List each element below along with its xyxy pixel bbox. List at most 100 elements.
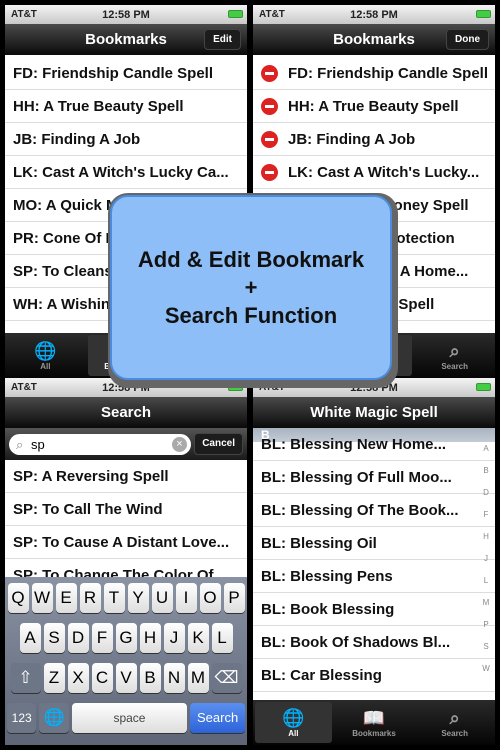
backspace-key-icon[interactable]: ⌫ [211, 663, 242, 693]
cancel-button[interactable]: Cancel [194, 433, 243, 455]
index-letter[interactable]: P [481, 620, 491, 629]
shift-key-icon[interactable]: ⇧ [10, 663, 41, 693]
item-label: SP: A Reversing Spell [13, 467, 169, 485]
tab-label: All [40, 362, 51, 371]
list-item[interactable]: BL: Book Of Shadows Bl... [253, 626, 495, 659]
delete-icon[interactable] [261, 130, 278, 148]
key[interactable]: P [223, 583, 245, 613]
index-letter[interactable]: H [481, 532, 491, 541]
item-label: BL: Blessing Pens [261, 567, 393, 585]
key[interactable]: Q [7, 583, 29, 613]
item-label: BL: Book Blessing [261, 600, 395, 618]
edit-button[interactable]: Edit [204, 29, 241, 50]
item-label: BL: Book Of Shadows Bl... [261, 633, 451, 651]
search-icon: ⌕ [449, 341, 460, 361]
tab-search[interactable]: ⌕Search [416, 702, 493, 743]
search-screen: AT&T12:58 PM Search ⌕ sp × Cancel SP: A … [5, 378, 247, 745]
list-item[interactable]: HH: A True Beauty Spell [5, 90, 247, 123]
key[interactable]: Y [127, 583, 149, 613]
list-item[interactable]: LK: Cast A Witch's Lucky... [253, 156, 495, 189]
key[interactable]: N [163, 663, 185, 693]
tab-label: Search [441, 362, 469, 371]
search-input[interactable]: ⌕ sp × [9, 434, 191, 455]
status-bar: AT&T12:58 PM [253, 5, 495, 24]
list-item[interactable]: BL: Car Blessing [253, 659, 495, 692]
item-label: BL: Car Blessing [261, 666, 382, 684]
key[interactable]: C [91, 663, 113, 693]
index-letter[interactable]: A [481, 444, 491, 453]
list-item[interactable]: JB: Finding A Job [5, 123, 247, 156]
key[interactable]: V [115, 663, 137, 693]
index-letter[interactable]: F [481, 510, 491, 519]
tab-all[interactable]: 🌐All [255, 702, 332, 743]
list-item[interactable]: BL: Blessing Oil [253, 527, 495, 560]
key[interactable]: L [211, 623, 233, 653]
tab-all[interactable]: 🌐All [7, 335, 84, 376]
list-item[interactable]: BL: Blessing Pens [253, 560, 495, 593]
nav-bar: White Magic Spell [253, 397, 495, 428]
key[interactable]: K [187, 623, 209, 653]
list-item[interactable]: FD: Friendship Candle Spell [5, 57, 247, 90]
key[interactable]: B [139, 663, 161, 693]
key[interactable]: Z [43, 663, 65, 693]
list-item[interactable]: BL: Blessing Of Full Moo... [253, 461, 495, 494]
list-item[interactable]: BL: Book Blessing [253, 593, 495, 626]
key[interactable]: A [19, 623, 41, 653]
section-index[interactable]: A B D F H J L M P S W [481, 444, 491, 673]
list-item[interactable]: BL: Blessing Of The Book... [253, 494, 495, 527]
banner-line: Add & Edit Bookmark [137, 246, 365, 272]
key[interactable]: M [187, 663, 209, 693]
key[interactable]: E [55, 583, 77, 613]
space-key[interactable]: space [71, 703, 188, 733]
key[interactable]: X [67, 663, 89, 693]
key[interactable]: S [43, 623, 65, 653]
banner-line: + [244, 274, 258, 300]
book-icon: 📖 [362, 708, 386, 728]
index-letter[interactable]: L [481, 576, 491, 585]
list-item[interactable]: HH: A True Beauty Spell [253, 90, 495, 123]
delete-icon[interactable] [261, 97, 278, 115]
list-item[interactable]: SP: A Reversing Spell [5, 460, 247, 493]
list-item[interactable]: SP: To Call The Wind [5, 493, 247, 526]
numbers-key[interactable]: 123 [7, 703, 37, 733]
clear-icon[interactable]: × [172, 437, 187, 452]
key[interactable]: O [199, 583, 221, 613]
key[interactable]: H [139, 623, 161, 653]
tab-bookmarks[interactable]: 📖Bookmarks [336, 702, 413, 743]
index-letter[interactable]: M [481, 598, 491, 607]
key[interactable]: I [175, 583, 197, 613]
item-label: SP: To Cause A Distant Love... [13, 533, 230, 551]
index-letter[interactable]: B [481, 466, 491, 475]
tab-label: Bookmarks [352, 729, 396, 738]
index-letter[interactable]: J [481, 554, 491, 563]
index-letter[interactable]: S [481, 642, 491, 651]
key[interactable]: F [91, 623, 113, 653]
key[interactable]: T [103, 583, 125, 613]
search-key[interactable]: Search [190, 703, 245, 733]
key[interactable]: J [163, 623, 185, 653]
nav-bar: Bookmarks Done [253, 24, 495, 55]
delete-icon[interactable] [261, 64, 278, 82]
key[interactable]: R [79, 583, 101, 613]
key[interactable]: W [31, 583, 53, 613]
index-letter[interactable]: D [481, 488, 491, 497]
done-button[interactable]: Done [446, 29, 489, 50]
index-letter[interactable]: W [481, 664, 491, 673]
tab-label: Search [441, 729, 469, 738]
list-item[interactable]: FD: Friendship Candle Spell [253, 57, 495, 90]
list-item[interactable]: LK: Cast A Witch's Lucky Ca... [5, 156, 247, 189]
key[interactable]: D [67, 623, 89, 653]
list-item[interactable]: JB: Finding A Job [253, 123, 495, 156]
feature-banner: Add & Edit Bookmark + Search Function [108, 193, 398, 388]
page-title: Bookmarks [333, 31, 415, 48]
key[interactable]: G [115, 623, 137, 653]
magnifier-icon: ⌕ [16, 437, 24, 452]
item-label: JB: Finding A Job [13, 130, 141, 148]
list-item[interactable]: BL: Blessing New Home... [253, 428, 495, 461]
tab-search[interactable]: ⌕Search [416, 335, 493, 376]
item-label: JB: Finding A Job [288, 130, 416, 148]
delete-icon[interactable] [261, 163, 278, 181]
key[interactable]: U [151, 583, 173, 613]
globe-key-icon[interactable]: 🌐 [39, 703, 69, 733]
list-item[interactable]: SP: To Cause A Distant Love... [5, 526, 247, 559]
